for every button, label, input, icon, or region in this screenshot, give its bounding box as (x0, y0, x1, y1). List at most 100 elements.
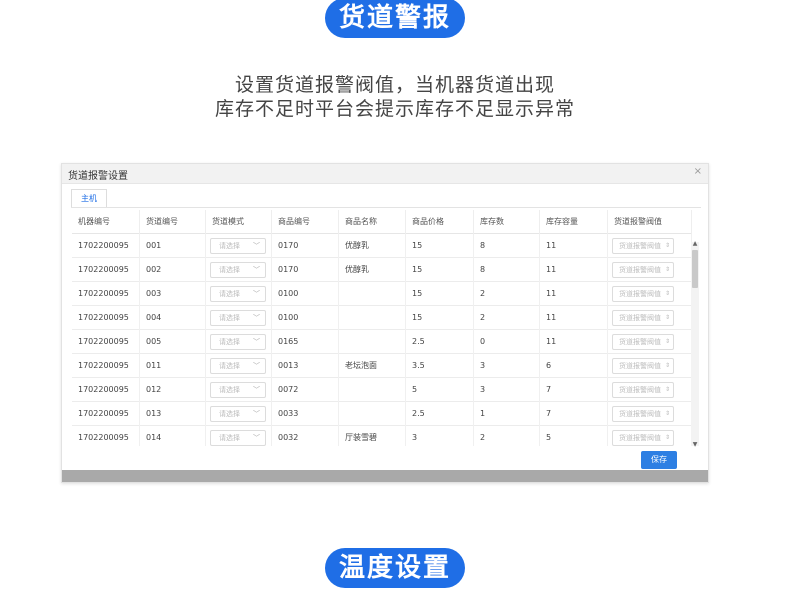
spinner-icon[interactable]: ⇕ (665, 383, 670, 397)
table-cell: 2.5 (406, 402, 474, 426)
description-line-2: 库存不足时平台会提示库存不足显示异常 (214, 98, 575, 120)
table-cell: 2 (474, 282, 540, 306)
lane-table: 机器编号 货道编号 货道模式 商品编号 商品名称 商品价格 库存数 库存容量 货道报警阀值 17… (72, 210, 702, 446)
table-cell: 1 (474, 402, 540, 426)
save-button[interactable]: 保存 (641, 451, 677, 469)
table-cell: 厅装雪碧 (339, 426, 406, 446)
table-cell: 货道报警阀值 ⇕ (608, 426, 692, 446)
table-cell: 0165 (272, 330, 339, 354)
spinner-icon[interactable]: ⇕ (665, 239, 670, 253)
threshold-input[interactable]: 货道报警阀值 ⇕ (612, 430, 674, 446)
threshold-input[interactable]: 货道报警阀值 ⇕ (612, 406, 674, 422)
table-row: 1702200095 013 0033 2.5 1 7 请选择 ﹀ 货道报警阀值 ⇕ (72, 402, 692, 426)
table-cell: 001 (140, 234, 206, 258)
threshold-input[interactable]: 货道报警阀值 ⇕ (612, 382, 674, 398)
lane-mode-select[interactable]: 请选择 ﹀ (210, 406, 266, 422)
scroll-up-icon[interactable]: ▲ (691, 240, 699, 247)
scroll-thumb[interactable] (692, 250, 698, 288)
table-scrollbar[interactable]: ▲ ▼ (691, 240, 699, 448)
close-icon[interactable]: × (694, 166, 702, 177)
table-cell: 货道报警阀值 ⇕ (608, 402, 692, 426)
table-cell: 请选择 ﹀ (206, 426, 272, 446)
table-cell: 005 (140, 330, 206, 354)
description-line-1: 设置货道报警阀值，当机器货道出现 (234, 74, 555, 96)
table-cell: 6 (540, 354, 608, 378)
threshold-input[interactable]: 货道报警阀值 ⇕ (612, 262, 674, 278)
table-cell: 老坛泡面 (339, 354, 406, 378)
lane-mode-select[interactable]: 请选择 ﹀ (210, 238, 266, 254)
threshold-input[interactable]: 货道报警阀值 ⇕ (612, 238, 674, 254)
table-cell: 请选择 ﹀ (206, 402, 272, 426)
table-cell: 11 (540, 258, 608, 282)
chevron-down-icon: ﹀ (253, 314, 260, 322)
scroll-down-icon[interactable]: ▼ (691, 441, 699, 448)
spinner-icon[interactable]: ⇕ (665, 431, 670, 445)
column-header: 商品名称 (339, 210, 406, 234)
table-row: 1702200095 005 0165 2.5 0 11 请选择 ﹀ 货道报警阀值 ⇕ (72, 330, 692, 354)
table-cell: 7 (540, 378, 608, 402)
table-cell: 请选择 ﹀ (206, 330, 272, 354)
table-cell: 3 (474, 354, 540, 378)
lane-mode-select[interactable]: 请选择 ﹀ (210, 382, 266, 398)
table-header: 机器编号 货道编号 货道模式 商品编号 商品名称 商品价格 库存数 库存容量 货道报警阀值 (72, 210, 692, 234)
table-cell: 优醇乳 (339, 258, 406, 282)
lane-mode-select[interactable]: 请选择 ﹀ (210, 334, 266, 350)
table-row: 1702200095 014 0032 厅装雪碧 3 2 5 请选择 ﹀ 货道报警阀值 ⇕ (72, 426, 692, 446)
tab-divider (71, 207, 701, 208)
table-cell: 11 (540, 282, 608, 306)
spinner-icon[interactable]: ⇕ (665, 311, 670, 325)
table-cell: 15 (406, 234, 474, 258)
column-header: 货道编号 (140, 210, 206, 234)
table-cell: 003 (140, 282, 206, 306)
chevron-down-icon: ﹀ (253, 290, 260, 298)
table-cell: 0100 (272, 282, 339, 306)
table-cell: 2.5 (406, 330, 474, 354)
lane-mode-select[interactable]: 请选择 ﹀ (210, 262, 266, 278)
select-placeholder: 请选择 (219, 314, 240, 322)
lane-mode-select[interactable]: 请选择 ﹀ (210, 286, 266, 302)
spinner-icon[interactable]: ⇕ (665, 359, 670, 373)
table-cell: 0170 (272, 258, 339, 282)
table-row: 1702200095 004 0100 15 2 11 请选择 ﹀ 货道报警阀值 ⇕ (72, 306, 692, 330)
table-cell: 1702200095 (72, 330, 140, 354)
table-cell: 请选择 ﹀ (206, 258, 272, 282)
table-cell: 0170 (272, 234, 339, 258)
table-cell: 002 (140, 258, 206, 282)
table-cell: 3 (406, 426, 474, 446)
select-placeholder: 请选择 (219, 290, 240, 298)
table-cell: 15 (406, 282, 474, 306)
threshold-placeholder: 货道报警阀值 (619, 242, 661, 250)
table-cell: 1702200095 (72, 306, 140, 330)
alert-settings-dialog: 货道报警设置 × 主机 机器编号 货道编号 货道模式 商品编号 商品名称 商品价格 库存数库… (61, 163, 709, 483)
table-cell: 货道报警阀值 ⇕ (608, 258, 692, 282)
threshold-input[interactable]: 货道报警阀值 ⇕ (612, 334, 674, 350)
spinner-icon[interactable]: ⇕ (665, 335, 670, 349)
spinner-icon[interactable]: ⇕ (665, 263, 670, 277)
table-cell: 012 (140, 378, 206, 402)
table-cell: 5 (406, 378, 474, 402)
spinner-icon[interactable]: ⇕ (665, 407, 670, 421)
section-title-alert: 货道警报 (324, 0, 466, 38)
dialog-footer-bar (62, 470, 708, 482)
table-cell: 0100 (272, 306, 339, 330)
threshold-input[interactable]: 货道报警阀值 ⇕ (612, 286, 674, 302)
table-cell: 货道报警阀值 ⇕ (608, 354, 692, 378)
column-header: 货道模式 (206, 210, 272, 234)
select-placeholder: 请选择 (219, 410, 240, 418)
table-cell (339, 330, 406, 354)
table-cell: 1702200095 (72, 282, 140, 306)
threshold-input[interactable]: 货道报警阀值 ⇕ (612, 358, 674, 374)
table-cell: 请选择 ﹀ (206, 282, 272, 306)
column-header: 货道报警阀值 (608, 210, 692, 234)
table-row: 1702200095 011 0013 老坛泡面 3.5 3 6 请选择 ﹀ 货道报警阀值 ⇕ (72, 354, 692, 378)
threshold-input[interactable]: 货道报警阀值 ⇕ (612, 310, 674, 326)
section-title-temperature: 温度设置 (324, 548, 466, 588)
spinner-icon[interactable]: ⇕ (665, 287, 670, 301)
table-row: 1702200095 001 0170 优醇乳 15 8 11 请选择 ﹀ 货道报警阀值 ⇕ (72, 234, 692, 258)
table-cell: 011 (140, 354, 206, 378)
lane-mode-select[interactable]: 请选择 ﹀ (210, 310, 266, 326)
threshold-placeholder: 货道报警阀值 (619, 314, 661, 322)
lane-mode-select[interactable]: 请选择 ﹀ (210, 430, 266, 446)
lane-mode-select[interactable]: 请选择 ﹀ (210, 358, 266, 374)
tab-host[interactable]: 主机 (71, 189, 107, 208)
